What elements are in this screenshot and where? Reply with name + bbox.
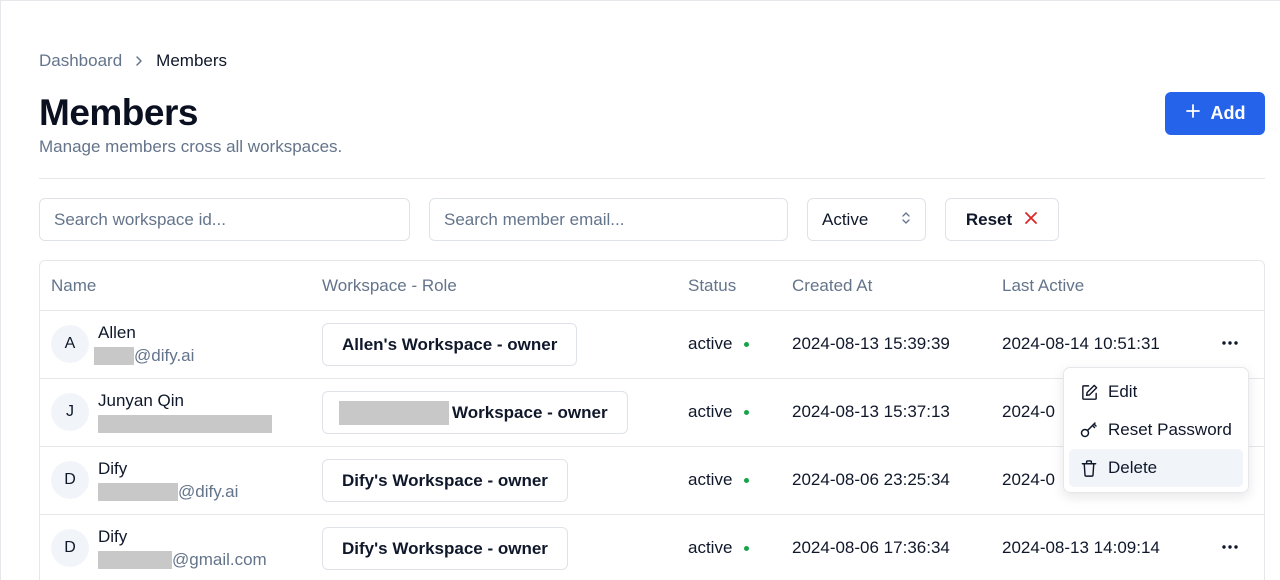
- menu-item-label: Delete: [1108, 458, 1158, 477]
- member-email: [94, 413, 272, 435]
- status-dot-icon: [744, 477, 750, 483]
- created-at: 2024-08-13 15:37:13: [792, 402, 950, 421]
- created-at: 2024-08-13 15:39:39: [792, 334, 950, 353]
- key-icon: [1079, 420, 1099, 440]
- page-subtitle: Manage members cross all workspaces.: [39, 137, 343, 156]
- member-email: @dify.ai: [94, 481, 238, 503]
- more-horizontal-icon[interactable]: [1216, 533, 1244, 561]
- last-active: 2024-08-13 14:09:14: [1002, 538, 1160, 557]
- workspace-role-badge: Workspace - owner: [322, 391, 628, 434]
- column-header-last-active: Last Active: [1002, 276, 1085, 295]
- menu-item-reset-password[interactable]: Reset Password: [1069, 411, 1243, 449]
- column-header-workspace-role: Workspace - Role: [322, 276, 457, 295]
- redacted-block: [98, 415, 272, 433]
- redacted-block: [98, 551, 172, 569]
- workspace-role-badge: Allen's Workspace - owner: [322, 323, 578, 366]
- edit-icon: [1079, 382, 1099, 402]
- email-suffix: @dify.ai: [178, 482, 239, 501]
- avatar: D: [51, 529, 89, 567]
- menu-item-label: Edit: [1108, 382, 1138, 401]
- status-dot-icon: [744, 545, 750, 551]
- redacted-block: [339, 400, 449, 425]
- workspace-role-text: Workspace - owner: [452, 402, 608, 422]
- more-horizontal-icon[interactable]: [1216, 329, 1244, 357]
- member-name: Allen: [98, 323, 136, 342]
- created-at: 2024-08-06 17:36:34: [792, 538, 950, 557]
- column-header-name: Name: [51, 276, 97, 295]
- status-dot-icon: [744, 341, 750, 347]
- breadcrumb: Dashboard Members: [39, 50, 227, 72]
- avatar: J: [51, 393, 89, 431]
- menu-item-delete[interactable]: Delete: [1069, 449, 1243, 487]
- redacted-block: [94, 347, 134, 365]
- status-text: active: [688, 470, 733, 489]
- member-email: @dify.ai: [94, 345, 194, 367]
- add-member-button[interactable]: Add: [1165, 92, 1265, 135]
- avatar: A: [51, 325, 89, 363]
- status-cell: active: [688, 334, 750, 354]
- page-title: Members: [39, 92, 198, 133]
- member-name: Dify: [98, 527, 128, 546]
- reset-button-label: Reset: [965, 209, 1013, 229]
- header-divider: [39, 178, 1265, 179]
- menu-item-label: Reset Password: [1108, 420, 1232, 439]
- close-icon: [1024, 210, 1038, 230]
- member-name: Junyan Qin: [98, 391, 184, 410]
- chevrons-up-down-icon: [901, 210, 911, 230]
- table-row: D Dify @gmail.com Dify's Workspace - own…: [40, 515, 1264, 580]
- created-at: 2024-08-06 23:25:34: [792, 470, 950, 489]
- chevron-right-icon: [128, 50, 150, 72]
- status-cell: active: [688, 470, 750, 490]
- email-suffix: @gmail.com: [172, 550, 267, 569]
- avatar: D: [51, 461, 89, 499]
- column-header-created-at: Created At: [792, 276, 873, 295]
- email-suffix: @dify.ai: [134, 346, 195, 365]
- column-header-status: Status: [688, 276, 737, 295]
- workspace-role-badge: Dify's Workspace - owner: [322, 527, 568, 570]
- last-active: 2024-0: [1002, 470, 1055, 489]
- member-email: @gmail.com: [94, 549, 267, 571]
- status-text: active: [688, 402, 733, 421]
- status-cell: active: [688, 402, 750, 422]
- status-text: active: [688, 334, 733, 353]
- last-active: 2024-08-14 10:51:31: [1002, 334, 1160, 353]
- workspace-search-input[interactable]: [39, 198, 410, 241]
- member-name: Dify: [98, 459, 128, 478]
- add-button-label: Add: [1210, 103, 1246, 123]
- breadcrumb-current: Members: [156, 51, 228, 70]
- plus-icon: [1185, 103, 1201, 124]
- menu-item-edit[interactable]: Edit: [1069, 373, 1243, 411]
- status-select-value: Active: [822, 209, 869, 229]
- reset-filters-button[interactable]: Reset: [945, 198, 1059, 241]
- breadcrumb-dashboard-link[interactable]: Dashboard: [39, 51, 122, 71]
- table-header: Name Workspace - Role Status Created At …: [40, 261, 1264, 311]
- redacted-block: [98, 483, 178, 501]
- status-dot-icon: [744, 409, 750, 415]
- status-text: active: [688, 538, 733, 557]
- status-cell: active: [688, 538, 750, 558]
- status-select[interactable]: Active: [807, 198, 926, 241]
- row-actions-menu: Edit Reset Password Delete: [1063, 367, 1249, 493]
- trash-icon: [1079, 458, 1099, 478]
- email-search-input[interactable]: [429, 198, 788, 241]
- workspace-role-badge: Dify's Workspace - owner: [322, 459, 568, 502]
- last-active: 2024-0: [1002, 402, 1055, 421]
